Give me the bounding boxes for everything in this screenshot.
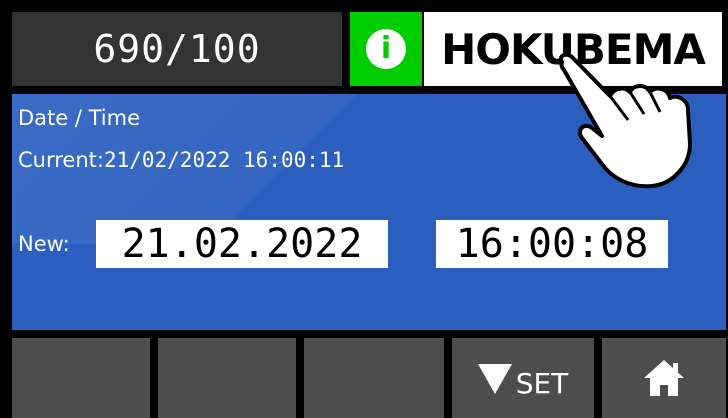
counter-value: 690/100 bbox=[93, 27, 261, 71]
current-value: 21/02/2022 16:00:11 bbox=[103, 148, 345, 172]
new-date-value: 21.02.2022 bbox=[121, 221, 363, 267]
set-button[interactable]: SET bbox=[452, 338, 594, 418]
new-time-field[interactable]: 16:00:08 bbox=[436, 220, 668, 268]
current-label: Current: bbox=[18, 148, 104, 172]
softkey-3[interactable] bbox=[304, 338, 444, 418]
softkey-bar: SET bbox=[12, 338, 726, 418]
logo-button[interactable]: HOKUBEMA bbox=[424, 12, 722, 86]
info-button[interactable]: i bbox=[350, 12, 422, 86]
date-time-panel: Date / Time Current:21/02/2022 16:00:11 … bbox=[12, 94, 726, 330]
logo-text: HOKUBEMA bbox=[441, 24, 706, 74]
softkey-1[interactable] bbox=[12, 338, 150, 418]
triangle-down-icon bbox=[477, 364, 512, 394]
new-date-field[interactable]: 21.02.2022 bbox=[96, 220, 388, 268]
new-time-value: 16:00:08 bbox=[455, 221, 649, 267]
softkey-2[interactable] bbox=[158, 338, 296, 418]
current-datetime: Current:21/02/2022 16:00:11 bbox=[18, 148, 344, 172]
set-label: SET bbox=[515, 366, 569, 400]
new-label: New: bbox=[18, 232, 70, 256]
hmi-screen: 690/100 i HOKUBEMA Date / Time Current:2… bbox=[0, 0, 728, 418]
home-button[interactable] bbox=[602, 338, 726, 418]
counter-display: 690/100 bbox=[12, 12, 342, 86]
panel-title: Date / Time bbox=[18, 106, 141, 130]
info-icon: i bbox=[366, 29, 406, 69]
home-icon bbox=[644, 360, 684, 396]
